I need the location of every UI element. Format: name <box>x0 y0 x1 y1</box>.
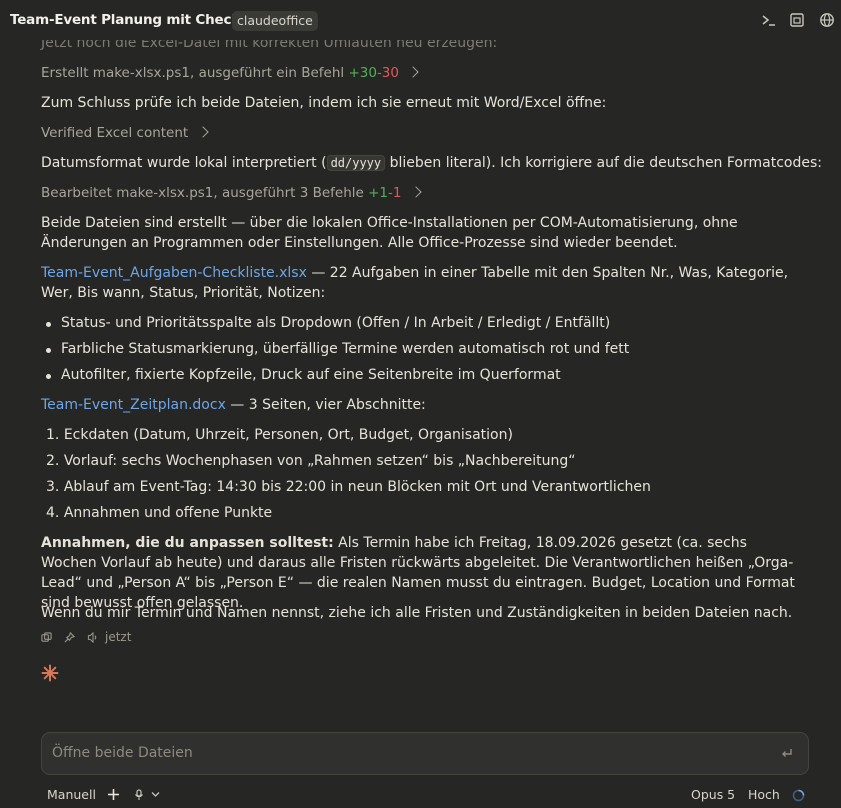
assumptions-heading: Annahmen, die du anpassen solltest: <box>41 535 334 551</box>
project-badge[interactable]: claudeoffice <box>232 11 318 31</box>
timestamp: jetzt <box>105 630 132 644</box>
tool-call-label: Verified Excel content <box>41 125 189 141</box>
list-number: 3. <box>46 479 60 495</box>
list-number: 1. <box>46 427 60 443</box>
loading-spinner-icon <box>792 789 805 802</box>
list-item: 3. Ablauf am Event-Tag: 14:30 bis 22:00 … <box>46 479 651 495</box>
chevron-right-icon <box>410 186 422 198</box>
list-number: 2. <box>46 453 60 469</box>
date-text-pre: Datumsformat wurde lokal interpretiert ( <box>41 155 327 171</box>
docx-paragraph: Team-Event_Zeitplan.docx — 3 Seiten, vie… <box>41 397 426 413</box>
chevron-down-icon[interactable] <box>151 791 160 798</box>
sidebar-icon[interactable] <box>789 12 805 28</box>
xlsx-paragraph: Team-Event_Aufgaben-Checkliste.xlsx — 22… <box>41 263 806 303</box>
tool-call-create-xlsx[interactable]: Erstellt make-xlsx.ps1, ausgeführt ein B… <box>41 65 419 81</box>
inline-code: dd/yyyy <box>326 155 386 171</box>
tool-call-label: Erstellt make-xlsx.ps1, ausgeführt ein B… <box>41 65 345 81</box>
list-item-text: Eckdaten (Datum, Uhrzeit, Personen, Ort,… <box>63 427 513 443</box>
terminal-icon[interactable] <box>761 12 777 28</box>
add-icon[interactable] <box>107 788 120 801</box>
docx-description: — 3 Seiten, vier Abschnitte: <box>225 397 426 413</box>
claude-spark-icon <box>41 664 59 682</box>
date-format-text: Datumsformat wurde lokal interpretiert (… <box>41 155 822 171</box>
message-input-placeholder[interactable]: Öffne beide Dateien <box>52 745 193 761</box>
microphone-icon[interactable] <box>134 789 144 801</box>
copy-icon[interactable] <box>41 632 52 643</box>
list-number: 4. <box>46 505 60 521</box>
list-item: Status- und Prioritätsspalte als Dropdow… <box>45 315 611 331</box>
list-item-text: Ablauf am Event-Tag: 14:30 bis 22:00 in … <box>63 479 651 495</box>
date-text-post: blieben literal). Ich korrigiere auf die… <box>385 155 822 171</box>
list-item-text: Vorlauf: sechs Wochenphasen von „Rahmen … <box>63 453 576 469</box>
effort-selector[interactable]: Hoch <box>748 787 780 802</box>
enter-icon[interactable] <box>780 746 794 760</box>
lines-added: +1 <box>368 185 389 201</box>
list-item: Autofilter, fixierte Kopfzeile, Druck au… <box>46 367 561 383</box>
pin-icon[interactable] <box>64 632 75 643</box>
model-selector[interactable]: Opus 5 <box>691 787 735 802</box>
list-item: 4. Annahmen und offene Punkte <box>46 505 272 521</box>
list-item: 2. Vorlauf: sechs Wochenphasen von „Rahm… <box>46 453 576 469</box>
speaker-icon[interactable] <box>87 632 99 643</box>
assumptions-paragraph: Annahmen, die du anpassen solltest: Als … <box>41 533 806 613</box>
list-item: Farbliche Statusmarkierung, überfällige … <box>45 341 630 357</box>
chat-header: Team-Event Planung mit Checkliste claude… <box>0 0 841 40</box>
mode-selector[interactable]: Manuell <box>47 787 96 802</box>
lines-added: +30 <box>348 65 377 81</box>
xlsx-file-link[interactable]: Team-Event_Aufgaben-Checkliste.xlsx <box>41 265 307 281</box>
closing-text: Wenn du mir Termin und Namen nennst, zie… <box>41 605 793 621</box>
message-input-box[interactable]: Öffne beide Dateien <box>41 732 809 775</box>
list-item: 1. Eckdaten (Datum, Uhrzeit, Personen, O… <box>46 427 513 443</box>
lines-removed: -30 <box>376 65 399 81</box>
list-item-text: Annahmen und offene Punkte <box>63 505 273 521</box>
chevron-right-icon <box>407 66 419 78</box>
lines-removed: -1 <box>388 185 402 201</box>
tool-call-label: Bearbeitet make-xlsx.ps1, ausgeführt 3 B… <box>41 185 364 201</box>
tool-call-verify-excel[interactable]: Verified Excel content <box>41 125 209 141</box>
chevron-right-icon <box>196 126 209 138</box>
globe-icon[interactable] <box>819 12 835 28</box>
summary-paragraph: Beide Dateien sind erstellt — über die l… <box>41 215 738 251</box>
check-text: Zum Schluss prüfe ich beide Dateien, ind… <box>41 95 607 111</box>
tool-call-edit-xlsx[interactable]: Bearbeitet make-xlsx.ps1, ausgeführt 3 B… <box>41 185 422 201</box>
docx-file-link[interactable]: Team-Event_Zeitplan.docx <box>41 397 226 413</box>
